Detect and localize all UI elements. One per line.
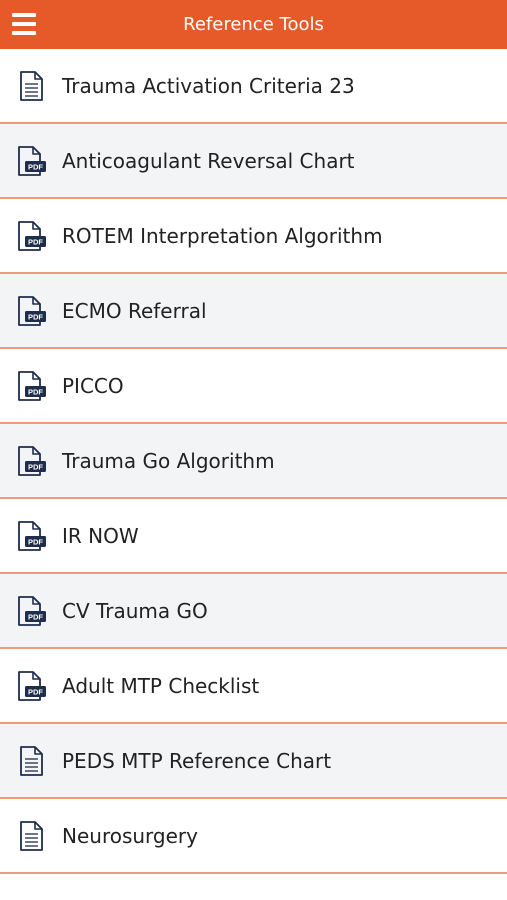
hamburger-menu-icon[interactable]: [12, 13, 36, 35]
list-item[interactable]: PEDS MTP Reference Chart: [0, 724, 507, 799]
list-item[interactable]: PDF IR NOW: [0, 499, 507, 574]
pdf-file-icon: PDF: [18, 445, 46, 476]
list-item[interactable]: PDF Trauma Go Algorithm: [0, 424, 507, 499]
svg-text:PDF: PDF: [28, 537, 43, 546]
list-item[interactable]: PDF ECMO Referral: [0, 274, 507, 349]
list-item-label: Adult MTP Checklist: [62, 673, 260, 698]
list-item[interactable]: PDF ROTEM Interpretation Algorithm: [0, 199, 507, 274]
reference-list: Trauma Activation Criteria 23 PDF Anticoag…: [0, 49, 507, 874]
svg-text:PDF: PDF: [28, 312, 43, 321]
list-item[interactable]: PDF Anticoagulant Reversal Chart: [0, 124, 507, 199]
pdf-file-icon: PDF: [18, 520, 46, 551]
svg-text:PDF: PDF: [28, 237, 43, 246]
document-icon: [20, 820, 43, 851]
list-item[interactable]: PDF Adult MTP Checklist: [0, 649, 507, 724]
list-item-label: ECMO Referral: [62, 298, 207, 323]
list-item[interactable]: Trauma Activation Criteria 23: [0, 49, 507, 124]
svg-text:PDF: PDF: [28, 687, 43, 696]
document-icon: [20, 745, 43, 776]
list-item-label: Trauma Activation Criteria 23: [62, 73, 355, 98]
list-item-label: PICCO: [62, 373, 124, 398]
pdf-file-icon: PDF: [18, 670, 46, 701]
list-item-label: Trauma Go Algorithm: [62, 448, 275, 473]
list-item-label: Neurosurgery: [62, 823, 198, 848]
document-icon: [20, 70, 43, 101]
svg-text:PDF: PDF: [28, 387, 43, 396]
pdf-file-icon: PDF: [18, 370, 46, 401]
pdf-file-icon: PDF: [18, 220, 46, 251]
pdf-file-icon: PDF: [18, 595, 46, 626]
list-item-label: Anticoagulant Reversal Chart: [62, 148, 355, 173]
pdf-file-icon: PDF: [18, 295, 46, 326]
list-item-label: ROTEM Interpretation Algorithm: [62, 223, 383, 248]
list-item[interactable]: PDF CV Trauma GO: [0, 574, 507, 649]
pdf-file-icon: PDF: [18, 145, 46, 176]
list-item-label: CV Trauma GO: [62, 598, 208, 623]
list-item[interactable]: Neurosurgery: [0, 799, 507, 874]
svg-text:PDF: PDF: [28, 612, 43, 621]
list-item-label: PEDS MTP Reference Chart: [62, 748, 332, 773]
page-title: Reference Tools: [183, 14, 324, 35]
list-item[interactable]: PDF PICCO: [0, 349, 507, 424]
app-header: Reference Tools: [0, 0, 507, 49]
list-item-label: IR NOW: [62, 523, 139, 548]
svg-text:PDF: PDF: [28, 162, 43, 171]
svg-text:PDF: PDF: [28, 462, 43, 471]
